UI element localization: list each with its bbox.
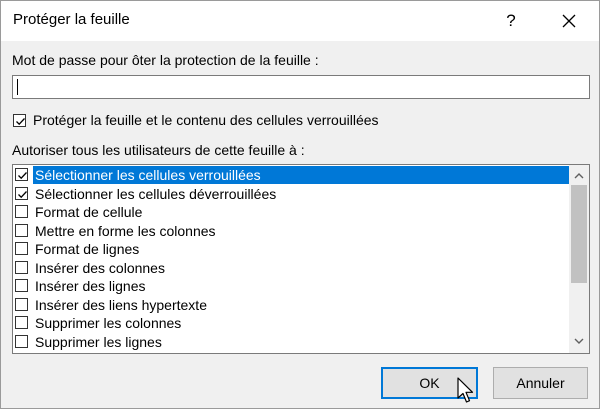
permission-label: Sélectionner les cellules déverrouillées (35, 185, 277, 202)
permission-label: Insérer des lignes (35, 278, 146, 294)
checkmark-icon (16, 118, 25, 126)
mouse-pointer-icon (457, 377, 474, 403)
permission-checkbox[interactable] (15, 223, 28, 237)
permission-checkbox[interactable] (15, 279, 28, 292)
permission-checkbox[interactable] (15, 242, 28, 255)
permission-label: Format de cellule (35, 204, 143, 220)
permission-label: Insérer des liens hypertexte (35, 296, 207, 313)
permission-checkbox[interactable] (15, 297, 28, 311)
permission-checkbox[interactable] (15, 260, 28, 274)
permission-item[interactable]: Insérer des liens hypertexte (13, 296, 569, 314)
vertical-scrollbar[interactable] (569, 165, 589, 353)
permission-item[interactable]: Sélectionner les cellules déverrouillées (13, 185, 569, 203)
permission-checkbox[interactable] (15, 168, 28, 181)
permission-item[interactable]: Mettre en forme les colonnes (13, 222, 569, 240)
permission-checkbox[interactable] (15, 334, 28, 348)
permission-item[interactable]: Format de lignes (13, 240, 569, 258)
permission-label: Format de lignes (35, 241, 140, 257)
permission-label: Supprimer les colonnes (35, 315, 182, 331)
chevron-down-icon (574, 338, 584, 344)
cancel-button[interactable]: Annuler (493, 367, 588, 399)
permission-checkbox[interactable] (15, 316, 28, 329)
protect-sheet-label: Protéger la feuille et le contenu des ce… (33, 112, 379, 128)
chevron-up-icon (574, 173, 584, 179)
text-caret (17, 79, 18, 95)
close-button[interactable] (557, 9, 581, 33)
permission-item[interactable]: Format de cellule (13, 203, 569, 221)
permission-label: Supprimer les lignes (35, 333, 162, 350)
password-input[interactable] (12, 75, 590, 99)
scroll-up-button[interactable] (569, 167, 589, 184)
permission-label: Insérer des colonnes (35, 259, 165, 276)
protect-sheet-checkbox[interactable] (13, 114, 26, 127)
title-bar: Protéger la feuille ? (1, 1, 599, 41)
permission-label: Sélectionner les cellules verrouillées (33, 166, 571, 184)
permission-item[interactable]: Insérer des lignes (13, 277, 569, 295)
checkmark-icon (18, 190, 27, 198)
scrollbar-thumb[interactable] (571, 185, 587, 283)
permission-checkbox[interactable] (15, 205, 28, 218)
password-label: Mot de passe pour ôter la protection de … (12, 52, 319, 68)
permission-label: Mettre en forme les colonnes (35, 222, 216, 239)
permission-checkbox[interactable] (15, 186, 28, 200)
help-button[interactable]: ? (499, 9, 523, 33)
close-icon (562, 14, 576, 28)
permission-item[interactable]: Supprimer les colonnes (13, 314, 569, 332)
permissions-label: Autoriser tous les utilisateurs de cette… (12, 142, 305, 158)
checkmark-icon (18, 172, 27, 180)
permissions-list[interactable]: Sélectionner les cellules verrouillées Sé… (12, 164, 590, 354)
permission-item[interactable]: Supprimer les lignes (13, 333, 569, 351)
permission-item[interactable]: Insérer des colonnes (13, 259, 569, 277)
protect-sheet-dialog: Protéger la feuille ? Mot de passe pour … (0, 0, 600, 409)
scroll-down-button[interactable] (569, 333, 589, 350)
dialog-title: Protéger la feuille (13, 11, 130, 28)
permission-item[interactable]: Sélectionner les cellules verrouillées (13, 166, 571, 184)
